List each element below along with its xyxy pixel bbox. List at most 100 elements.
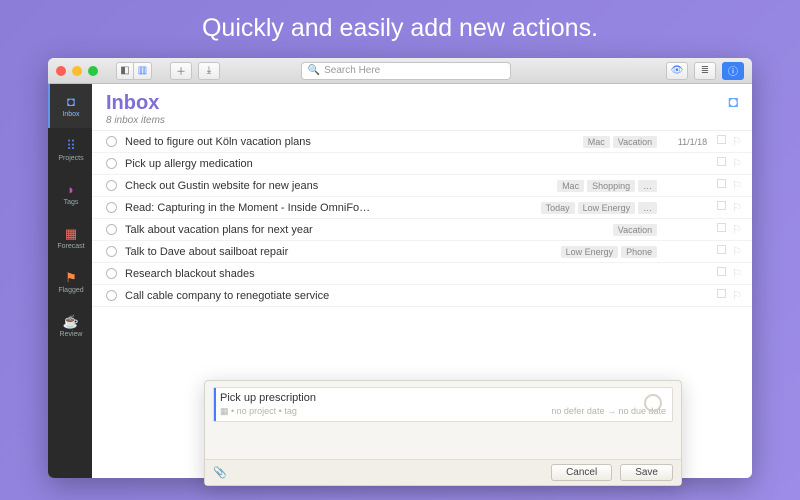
quick-entry-meta-left[interactable]: ▦ • no project • tag <box>220 406 297 417</box>
status-circle[interactable] <box>106 224 117 235</box>
list-item[interactable]: Talk to Dave about sailboat repair Low En… <box>92 241 752 263</box>
tag-pill[interactable]: Vacation <box>613 224 657 236</box>
row-status-icons: ⚐ <box>717 223 742 236</box>
tag-pill[interactable]: Mac <box>583 136 610 148</box>
view-toggle-segment: ◧ ▥ <box>116 62 152 80</box>
action-title: Talk about vacation plans for next year <box>125 224 605 236</box>
list-item[interactable]: Check out Gustin website for new jeansMa… <box>92 175 752 197</box>
status-circle[interactable] <box>106 136 117 147</box>
flag-outline-icon[interactable]: ⚐ <box>732 223 742 236</box>
action-tags: Low EnergyPhone <box>561 246 658 258</box>
minimize-window-button[interactable] <box>72 66 82 76</box>
plus-icon: ＋ <box>176 63 186 78</box>
perspectives-toggle-button[interactable]: ▥ <box>134 62 152 80</box>
tag-pill[interactable]: Shopping <box>587 180 635 192</box>
flag-outline-icon[interactable]: ⚐ <box>732 289 742 302</box>
save-button[interactable]: Save <box>620 464 673 481</box>
note-icon <box>717 135 726 144</box>
sidebar-item-forecast[interactable]: ▦ Forecast <box>48 216 92 260</box>
tag-pill[interactable]: Low Energy <box>561 246 619 258</box>
note-icon <box>717 289 726 298</box>
sidebar-item-review[interactable]: ☕ Review <box>48 304 92 348</box>
list-item[interactable]: Need to figure out Köln vacation plans Ma… <box>92 131 752 153</box>
list-item[interactable]: Research blackout shades ⚐ <box>92 263 752 285</box>
forecast-grid-icon: ▦ <box>63 227 79 241</box>
eye-icon: 👁 <box>671 65 684 76</box>
flag-outline-icon[interactable]: ⚐ <box>732 267 742 280</box>
status-circle[interactable] <box>106 202 117 213</box>
titlebar: ◧ ▥ ＋ ⤓ 🔍 Search Here 👁 ≣ ⓘ <box>48 58 752 84</box>
inbox-tray-icon: ◘ <box>63 95 79 109</box>
list-item[interactable]: Talk about vacation plans for next year V… <box>92 219 752 241</box>
zoom-window-button[interactable] <box>88 66 98 76</box>
quick-entry-accent-bar <box>214 388 216 421</box>
inbox-header-icon: ◘ <box>728 94 738 112</box>
sidebar-toggle-button[interactable]: ◧ <box>116 62 134 80</box>
flag-icon: ⚑ <box>63 271 79 285</box>
view-options-button[interactable]: 👁 <box>666 62 688 80</box>
due-date: 11/1/18 <box>667 137 707 147</box>
note-icon <box>717 201 726 210</box>
inspector-button[interactable]: ⓘ <box>722 62 744 80</box>
action-title: Call cable company to renegotiate servic… <box>125 290 649 302</box>
tag-pill[interactable]: … <box>638 202 657 214</box>
sidebar-item-projects[interactable]: ⠿ Projects <box>48 128 92 172</box>
flag-outline-icon[interactable]: ⚐ <box>732 179 742 192</box>
quick-entry-button[interactable]: ⤓ <box>198 62 220 80</box>
sidebar-item-inbox[interactable]: ◘ Inbox <box>48 84 92 128</box>
status-circle[interactable] <box>106 268 117 279</box>
action-tags: TodayLow Energy… <box>541 202 658 214</box>
flag-outline-icon[interactable]: ⚐ <box>732 157 742 170</box>
action-tags: Vacation <box>613 224 657 236</box>
tag-pill[interactable]: Vacation <box>613 136 657 148</box>
sidebar-item-label: Review <box>60 331 83 338</box>
action-title: Talk to Dave about sailboat repair <box>125 246 553 258</box>
tag-pill[interactable]: Phone <box>621 246 657 258</box>
quick-entry-row[interactable]: Pick up prescription ▦ • no project • ta… <box>213 387 673 422</box>
page-heading: Quickly and easily add new actions. <box>0 0 800 43</box>
status-circle[interactable] <box>106 246 117 257</box>
list-item[interactable]: Pick up allergy medication ⚐ <box>92 153 752 175</box>
sidebar-item-tags[interactable]: ◗ Tags <box>48 172 92 216</box>
new-action-button[interactable]: ＋ <box>170 62 192 80</box>
coffee-cup-icon: ☕ <box>63 315 79 329</box>
tag-icon: ◗ <box>63 183 79 197</box>
layout-button[interactable]: ≣ <box>694 62 716 80</box>
tag-pill[interactable]: Low Energy <box>578 202 636 214</box>
flag-outline-icon[interactable]: ⚐ <box>732 201 742 214</box>
action-title: Read: Capturing in the Moment - Inside O… <box>125 202 533 214</box>
sidebar-item-flagged[interactable]: ⚑ Flagged <box>48 260 92 304</box>
tag-pill[interactable]: … <box>638 180 657 192</box>
tag-pill[interactable]: Mac <box>557 180 584 192</box>
cancel-button[interactable]: Cancel <box>551 464 612 481</box>
close-window-button[interactable] <box>56 66 66 76</box>
tag-pill[interactable]: Today <box>541 202 575 214</box>
status-circle[interactable] <box>106 158 117 169</box>
action-title: Pick up allergy medication <box>125 158 649 170</box>
action-tags: MacShopping… <box>557 180 657 192</box>
flag-outline-icon[interactable]: ⚐ <box>732 245 742 258</box>
row-status-icons: ⚐ <box>717 201 742 214</box>
row-status-icons: ⚐ <box>717 157 742 170</box>
attachment-icon[interactable]: 📎 <box>213 466 227 479</box>
info-icon: ⓘ <box>728 63 738 78</box>
action-title: Need to figure out Köln vacation plans <box>125 136 575 148</box>
list-item[interactable]: Call cable company to renegotiate servic… <box>92 285 752 307</box>
quick-entry-dialog: Pick up prescription ▦ • no project • ta… <box>204 380 682 486</box>
quick-entry-title-input[interactable]: Pick up prescription <box>220 392 666 404</box>
status-circle[interactable] <box>106 290 117 301</box>
window-controls <box>56 66 98 76</box>
content-header: Inbox 8 inbox items ◘ <box>92 84 752 131</box>
action-title: Research blackout shades <box>125 268 649 280</box>
sidebar-item-label: Flagged <box>58 287 83 294</box>
flag-outline-icon[interactable]: ⚐ <box>732 135 742 148</box>
row-status-icons: ⚐ <box>717 179 742 192</box>
search-field[interactable]: 🔍 Search Here <box>301 62 511 80</box>
note-icon <box>717 267 726 276</box>
status-circle[interactable] <box>106 180 117 191</box>
quick-entry-status-circle[interactable] <box>644 394 662 412</box>
page-title: Inbox <box>106 92 738 115</box>
note-icon <box>717 245 726 254</box>
sidebar-item-label: Inbox <box>62 111 79 118</box>
list-item[interactable]: Read: Capturing in the Moment - Inside O… <box>92 197 752 219</box>
